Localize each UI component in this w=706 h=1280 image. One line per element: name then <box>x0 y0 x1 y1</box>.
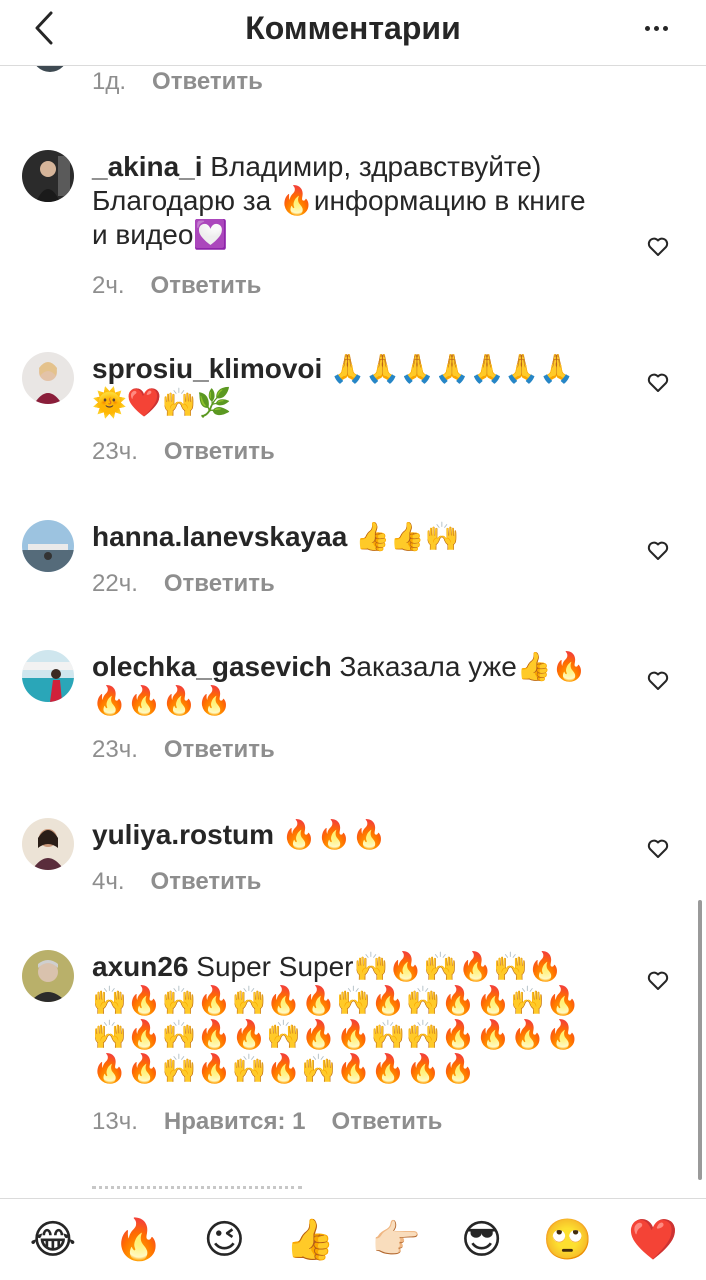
emoji-button[interactable]: 🔥 <box>109 1210 169 1270</box>
comment-username[interactable]: sprosiu_klimovoi <box>92 353 322 384</box>
comment-text: 🔥🔥🔥 <box>274 819 387 850</box>
more-dot <box>662 25 668 31</box>
comment-meta: 23ч. Ответить <box>92 736 301 764</box>
comment-username[interactable]: hanna.lanevskayaa <box>92 521 347 552</box>
comment-time: 23ч. <box>92 736 138 763</box>
reply-button[interactable]: Ответить <box>151 868 262 896</box>
reply-button[interactable]: Ответить <box>164 736 275 764</box>
comment-body: sprosiu_klimovoi 🙏🙏🙏🙏🙏🙏🙏🌞❤️🙌🌿 <box>92 352 592 420</box>
comment-body: yuliya.rostum 🔥🔥🔥 <box>92 818 592 852</box>
avatar[interactable] <box>22 520 74 572</box>
comment-body: olechka_gasevich Заказала уже👍🔥🔥🔥🔥🔥 <box>92 650 592 718</box>
comment-input-peek <box>92 1186 302 1196</box>
emoji-button[interactable]: 😉 <box>194 1210 254 1270</box>
comment-time: 13ч. <box>92 1108 138 1135</box>
emoji-button[interactable]: 😂 <box>23 1210 83 1270</box>
more-horizontal-icon <box>644 25 650 31</box>
heart-outline-icon[interactable] <box>646 370 670 394</box>
comment-time: 1д. <box>92 68 127 95</box>
emoji-button[interactable]: 👍 <box>280 1210 340 1270</box>
heart-outline-icon[interactable] <box>646 234 670 258</box>
avatar[interactable] <box>22 950 74 1002</box>
more-options-button[interactable] <box>636 18 676 38</box>
avatar[interactable] <box>22 352 74 404</box>
comment-meta: 2ч. Ответить <box>92 272 287 300</box>
scrollbar[interactable] <box>698 900 702 1180</box>
reply-button[interactable]: Ответить <box>164 570 275 598</box>
avatar[interactable] <box>22 650 74 702</box>
comment-meta: 4ч. Ответить <box>92 868 287 896</box>
emoji-button[interactable]: 😎 <box>452 1210 512 1270</box>
reply-button[interactable]: Ответить <box>152 68 263 95</box>
avatar <box>32 66 68 72</box>
comment-body: axun26 Super Super🙌🔥🙌🔥🙌🔥🙌🔥🙌🔥🙌🔥🔥🙌🔥🙌🔥🔥🙌🔥🙌🔥… <box>92 950 592 1086</box>
comment-time: 22ч. <box>92 570 138 597</box>
comment-text: 👍👍🙌 <box>347 521 460 552</box>
comment-meta: 22ч. Ответить <box>92 570 301 598</box>
comment-body: hanna.lanevskayaa 👍👍🙌 <box>92 520 592 554</box>
comment-username[interactable]: olechka_gasevich <box>92 651 332 682</box>
heart-outline-icon[interactable] <box>646 836 670 860</box>
comments-list[interactable]: 1д. Ответить _akina_i Владимир, здравству… <box>0 66 706 1198</box>
emoji-quick-bar: 😂 🔥 😉 👍 👉🏻 😎 🙄 ❤️ <box>0 1198 706 1280</box>
comment-meta: 13ч. Нравится: 1 Ответить <box>92 1108 468 1136</box>
emoji-button[interactable]: 👉🏻 <box>366 1210 426 1270</box>
comment-meta: 23ч. Ответить <box>92 438 301 466</box>
comment-time: 4ч. <box>92 868 125 895</box>
comment-body: _akina_i Владимир, здравствуйте) Благода… <box>92 150 592 252</box>
comment-time: 23ч. <box>92 438 138 465</box>
reply-button[interactable]: Ответить <box>332 1108 443 1136</box>
emoji-button[interactable]: 🙄 <box>537 1210 597 1270</box>
comment-username[interactable]: _akina_i <box>92 151 203 182</box>
comment-username[interactable]: yuliya.rostum <box>92 819 274 850</box>
reply-button[interactable]: Ответить <box>164 438 275 466</box>
heart-outline-icon[interactable] <box>646 968 670 992</box>
reply-button[interactable]: Ответить <box>151 272 262 300</box>
likes-count-button[interactable]: Нравится: 1 <box>164 1108 306 1136</box>
avatar[interactable] <box>22 818 74 870</box>
emoji-button[interactable]: ❤️ <box>623 1210 683 1270</box>
avatar[interactable] <box>22 150 74 202</box>
more-dot <box>653 25 659 31</box>
header-bar: Комментарии <box>0 0 706 66</box>
heart-outline-icon[interactable] <box>646 668 670 692</box>
comment-time: 2ч. <box>92 272 125 299</box>
comment-username[interactable]: axun26 <box>92 951 189 982</box>
comment-meta: 1д. Ответить <box>92 68 263 96</box>
heart-outline-icon[interactable] <box>646 538 670 562</box>
page-title: Комментарии <box>245 10 461 46</box>
